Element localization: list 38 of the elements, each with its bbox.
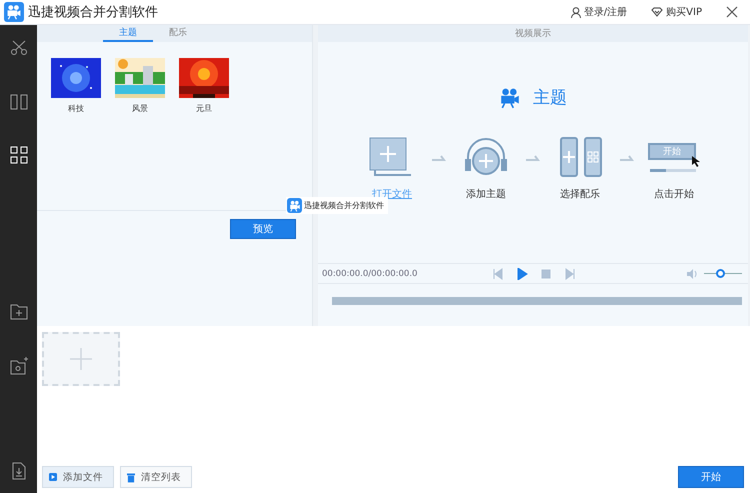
theme-label: 风景 xyxy=(132,103,148,114)
panel-header: 视频展示 xyxy=(318,25,748,42)
add-file-icon xyxy=(49,471,57,483)
scissors-icon[interactable] xyxy=(8,38,28,58)
step-label: 添加主题 xyxy=(466,188,506,201)
split-icon[interactable] xyxy=(8,92,28,112)
cursor-icon xyxy=(692,156,701,167)
user-icon xyxy=(570,6,581,18)
section-title: 主题 xyxy=(533,87,567,109)
clear-list-button[interactable]: 清空列表 xyxy=(120,466,192,488)
step-label: 选择配乐 xyxy=(560,188,600,201)
camera-icon xyxy=(499,86,521,108)
start-button[interactable]: 开始 xyxy=(678,466,744,488)
window-title: 迅捷视频合并分割软件 xyxy=(28,4,158,21)
trash-icon xyxy=(127,472,135,482)
drag-label: 迅捷视频合并分割软件 xyxy=(304,200,384,211)
play-icon[interactable] xyxy=(516,268,528,280)
theme-label: 元旦 xyxy=(196,103,212,114)
buy-vip-link[interactable]: 购买VIP xyxy=(651,5,702,19)
progress-illustration xyxy=(650,169,696,172)
plus-icon xyxy=(69,347,93,371)
add-clip-tile[interactable] xyxy=(42,332,120,386)
login-link[interactable]: 登录/注册 xyxy=(570,5,628,19)
time-display: 00:00:00.0/00:00:00.0 xyxy=(322,268,418,278)
grid-icon[interactable] xyxy=(8,145,28,165)
volume-slider[interactable] xyxy=(704,269,742,278)
diamond-icon xyxy=(651,7,664,17)
close-icon[interactable] xyxy=(726,6,738,18)
headphones-plus-icon xyxy=(464,137,508,177)
step-label: 点击开始 xyxy=(654,188,694,201)
folder-gear-icon[interactable] xyxy=(8,356,28,376)
preview-button[interactable]: 预览 xyxy=(230,219,296,239)
start-button-illustration: 开始 xyxy=(648,143,696,160)
tab[interactable]: 配乐 xyxy=(153,25,203,42)
add-file-button[interactable]: 添加文件 xyxy=(42,466,114,488)
slider-thumb[interactable] xyxy=(716,269,726,278)
tab[interactable]: 主题 xyxy=(103,25,153,42)
theme-label: 科技 xyxy=(68,103,84,114)
